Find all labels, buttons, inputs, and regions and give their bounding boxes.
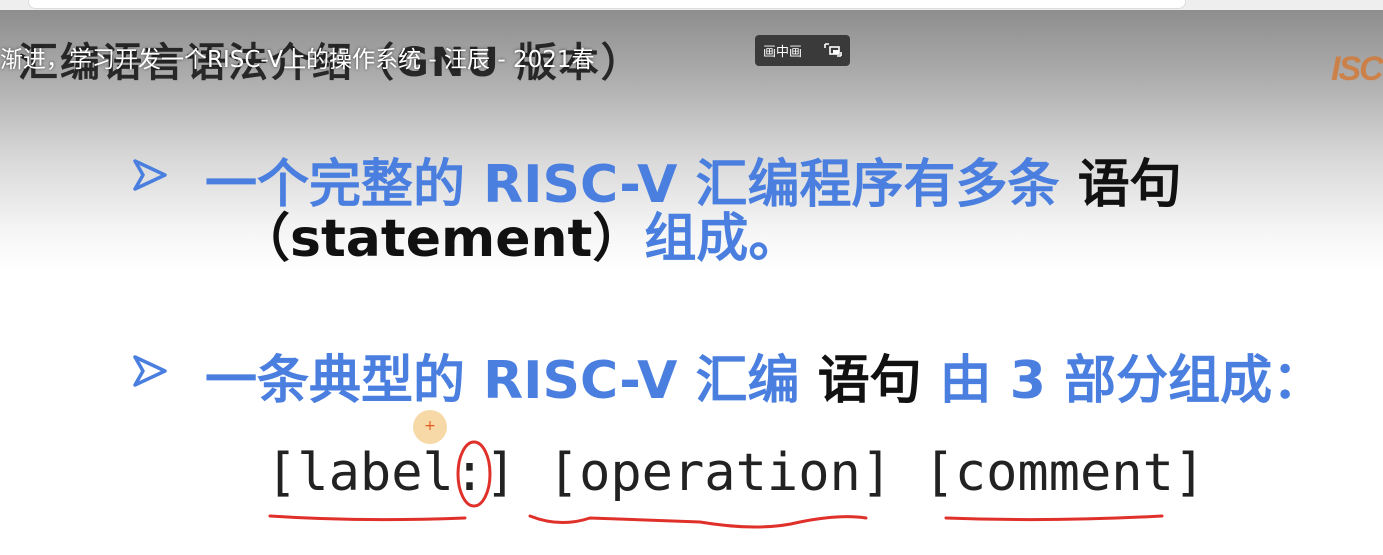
cursor-marker: + (413, 410, 447, 444)
bullet-1-text-black: 语句 (1077, 155, 1182, 215)
bullet-arrow-icon (133, 355, 167, 387)
bullet-1-suffix: 组成。 (644, 209, 801, 269)
pip-label: 画中画 (763, 45, 803, 60)
bullet-arrow-icon (133, 159, 167, 191)
syntax-line: [label:] [operation] [comment] (266, 443, 1205, 503)
bullet-1-statement: （statement） (238, 209, 645, 269)
syntax-label: [label:] (266, 443, 517, 503)
bullet-2-text-blue-end: 由 3 部分组成： (921, 351, 1325, 411)
video-title: 渐进，学习开发一个RISC-V上的操作系统 - 汪辰 - 2021春 (0, 47, 595, 73)
bullet-2-text-blue: 一条典型的 RISC-V 汇编 (205, 351, 818, 411)
browser-top-bar (0, 0, 1383, 10)
picture-in-picture-button[interactable]: 画中画 (755, 35, 850, 66)
bullet-2-text-black: 语句 (817, 351, 922, 411)
address-bar[interactable] (28, 0, 1186, 9)
bullet-2-line-1: 一条典型的 RISC-V 汇编 语句 由 3 部分组成： (205, 338, 1324, 413)
syntax-operation: [operation] (547, 443, 893, 503)
pip-icon (824, 43, 842, 57)
isc-logo: ISC- (1331, 50, 1383, 88)
syntax-comment: [comment] (923, 443, 1206, 503)
bullet-1-line-2: （statement）组成。 (238, 196, 800, 271)
